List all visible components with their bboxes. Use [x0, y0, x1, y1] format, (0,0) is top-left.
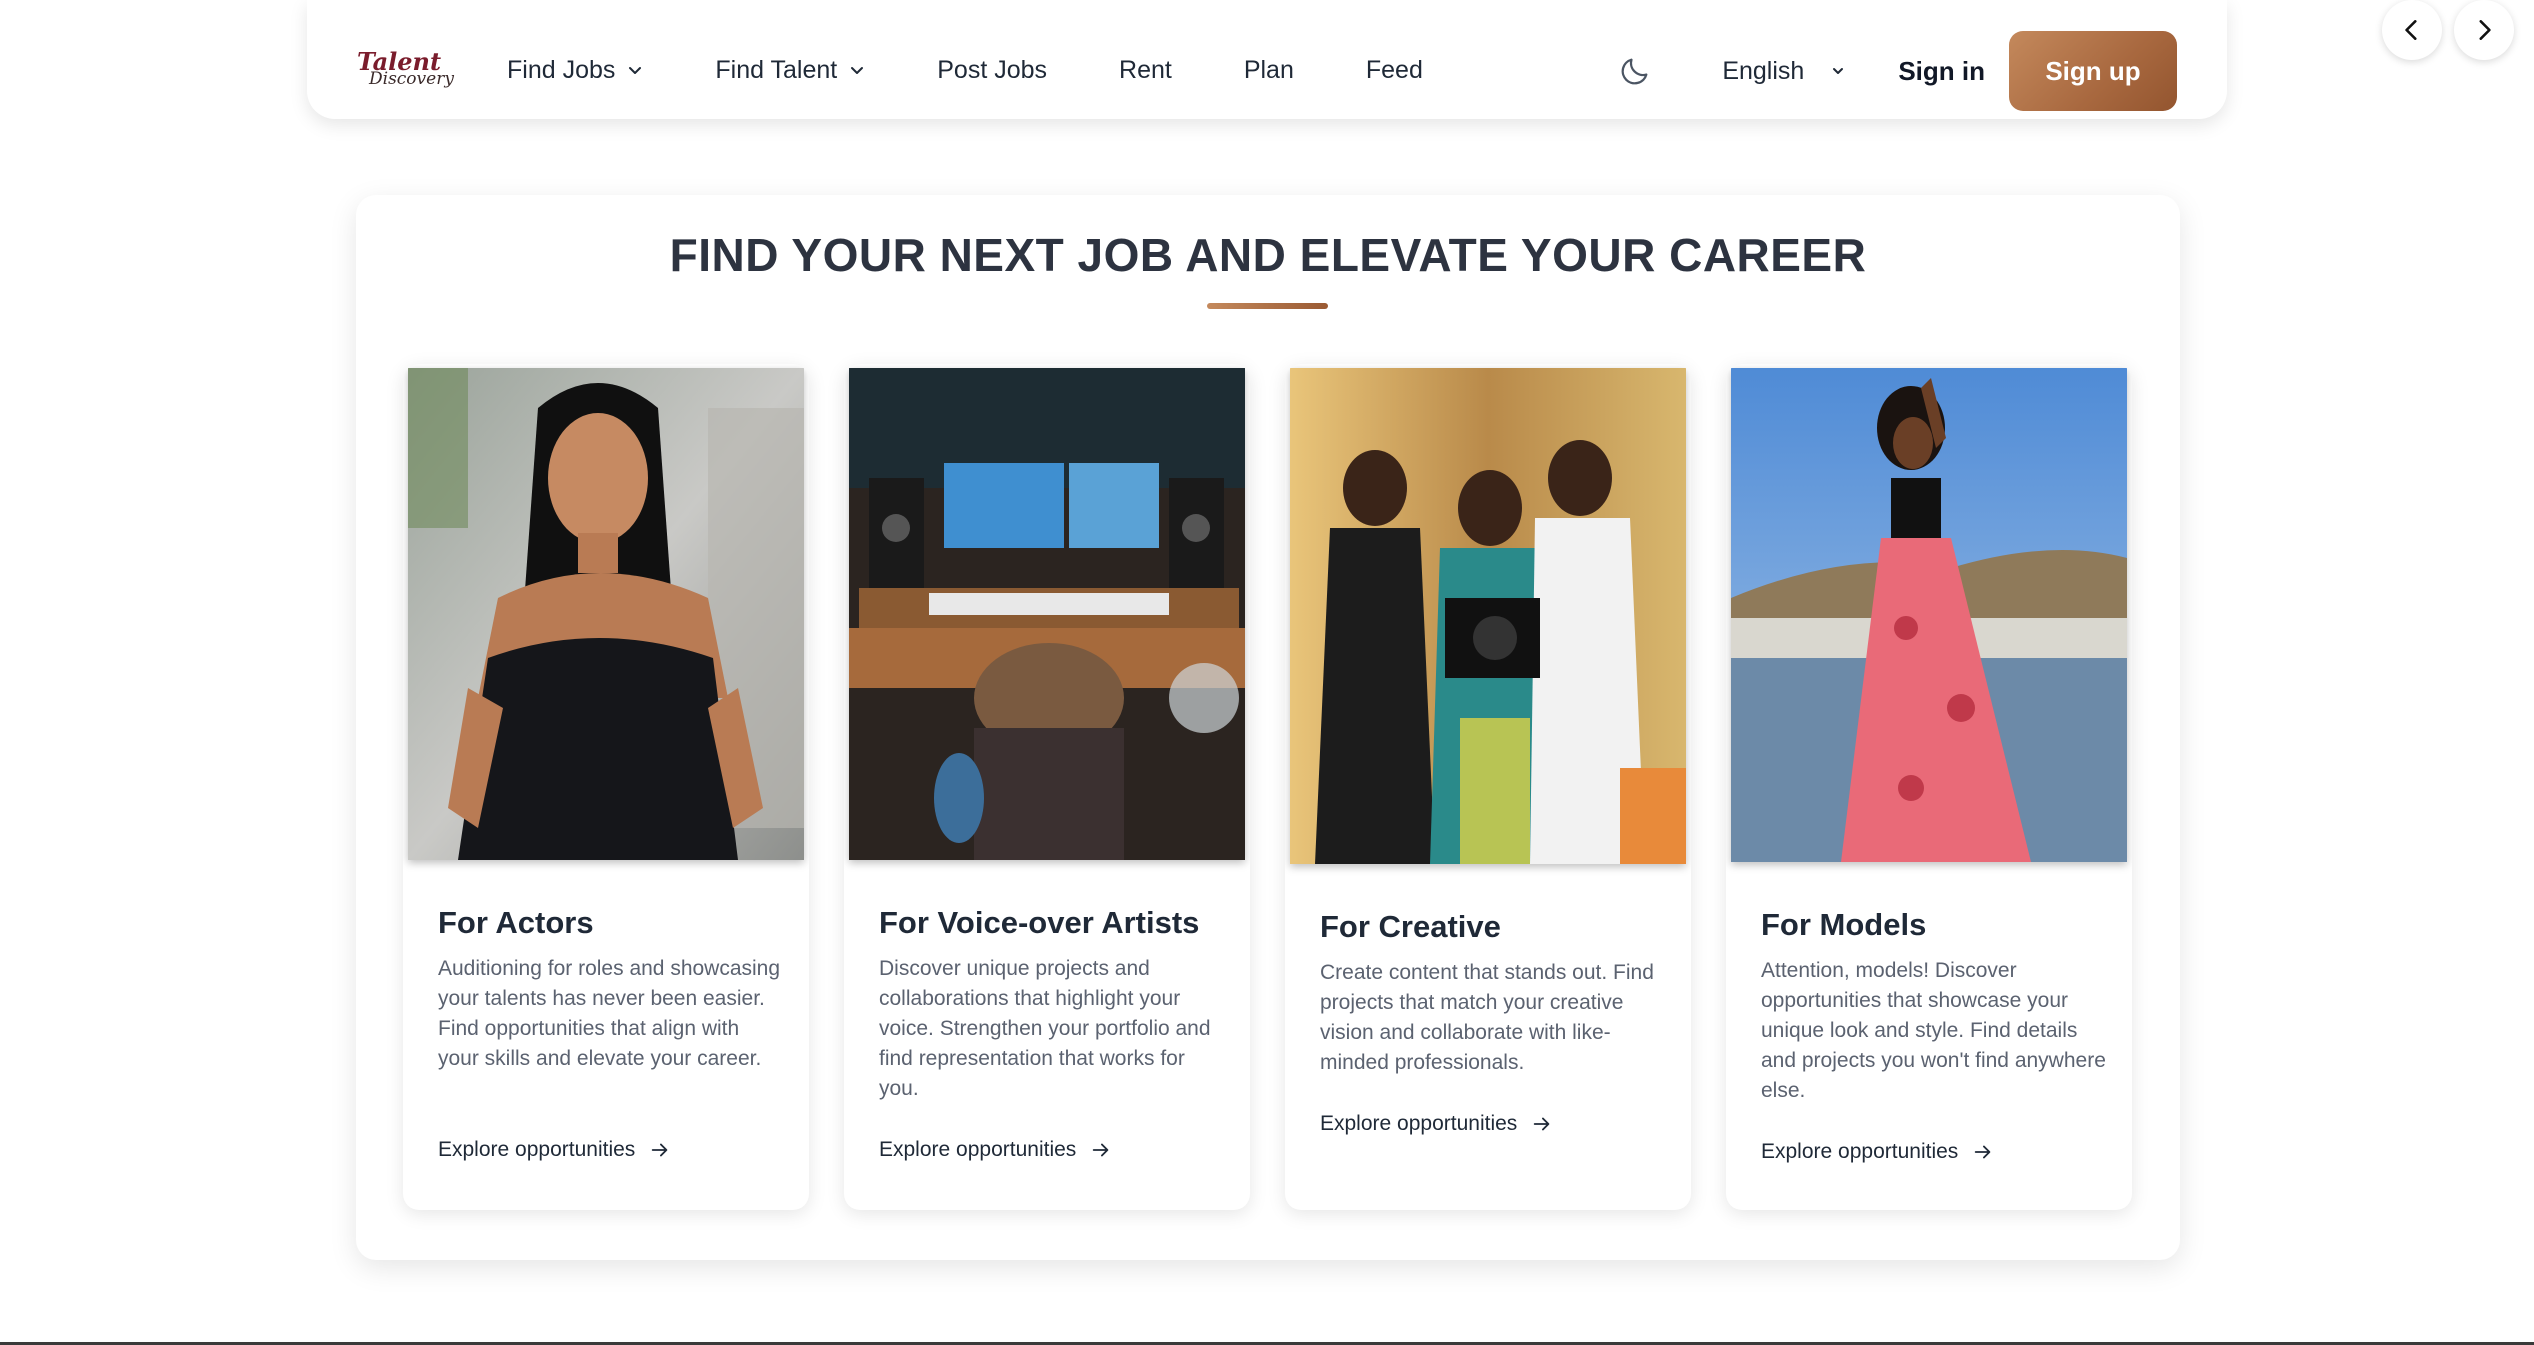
card-description: Create content that stands out. Find pro…: [1320, 961, 1654, 1074]
card-title: For Models: [1761, 907, 1927, 942]
chevron-right-icon: [2479, 20, 2491, 40]
explore-opportunities-link[interactable]: Explore opportunities: [1320, 1112, 1553, 1136]
chevron-down-icon: [851, 67, 864, 74]
card-creative: For Creative Create content that stands …: [1285, 364, 1691, 1210]
arrow-right-icon: [1534, 1117, 1550, 1131]
title-underline: [1207, 303, 1328, 309]
brand-logo[interactable]: Talent Discovery: [357, 45, 454, 93]
explore-opportunities-link[interactable]: Explore opportunities: [1761, 1140, 1994, 1164]
chevron-down-icon: [1833, 68, 1844, 74]
arrow-right-icon: [1093, 1143, 1109, 1157]
nav-plan[interactable]: Plan: [1244, 56, 1294, 85]
logo-line-2: Discovery: [369, 68, 454, 89]
sign-up-button[interactable]: Sign up: [2009, 31, 2177, 111]
studio-photo: [849, 368, 1245, 860]
nav-find-talent-label: Find Talent: [715, 55, 838, 84]
section-title: FIND YOUR NEXT JOB AND ELEVATE YOUR CARE…: [669, 229, 1867, 281]
language-selector[interactable]: English: [1722, 57, 1846, 86]
card-models: For Models Attention, models! Discover o…: [1726, 364, 2132, 1210]
card-image-creative: [1290, 368, 1686, 864]
card-title: For Voice-over Artists: [879, 905, 1200, 940]
explore-link-label: Explore opportunities: [438, 1138, 636, 1161]
top-navbar: Talent Discovery Find Jobs Find Talent P…: [307, 0, 2227, 119]
card-title: For Actors: [438, 905, 594, 940]
model-photo: [1731, 368, 2127, 862]
card-title: For Creative: [1320, 909, 1501, 944]
slider-prev-button[interactable]: [2382, 0, 2442, 60]
explore-opportunities-link[interactable]: Explore opportunities: [438, 1138, 671, 1162]
arrow-right-icon: [1975, 1145, 1991, 1159]
nav-feed[interactable]: Feed: [1366, 56, 1423, 85]
nav-rent[interactable]: Rent: [1119, 56, 1172, 85]
arrow-right-icon: [652, 1143, 668, 1157]
chevron-down-icon: [629, 67, 642, 74]
card-description: Auditioning for roles and showcasing you…: [438, 957, 781, 1070]
moon-icon[interactable]: [1618, 54, 1652, 88]
explore-link-label: Explore opportunities: [1320, 1112, 1518, 1135]
card-image-voice-over: [849, 368, 1245, 860]
card-description: Discover unique projects and collaborati…: [879, 957, 1211, 1100]
card-voice-over: For Voice-over Artists Discover unique p…: [844, 364, 1250, 1210]
nav-post-jobs[interactable]: Post Jobs: [937, 56, 1047, 85]
nav-find-jobs[interactable]: Find Jobs: [507, 56, 643, 85]
card-actors: For Actors Auditioning for roles and sho…: [403, 364, 809, 1210]
card-description: Attention, models! Discover opportunitie…: [1761, 959, 2106, 1102]
nav-find-jobs-label: Find Jobs: [507, 55, 616, 84]
careers-section: FIND YOUR NEXT JOB AND ELEVATE YOUR CARE…: [356, 195, 2180, 1260]
main-nav: Find Jobs Find Talent Post Jobs Rent Pla…: [507, 0, 1495, 140]
explore-link-label: Explore opportunities: [879, 1138, 1077, 1161]
language-label: English: [1722, 56, 1805, 85]
nav-find-talent[interactable]: Find Talent: [715, 56, 865, 85]
card-image-models: [1731, 368, 2127, 862]
actress-photo: [408, 368, 804, 860]
sign-in-link[interactable]: Sign in: [1898, 56, 1985, 87]
card-image-actors: [408, 368, 804, 860]
slider-next-button[interactable]: [2454, 0, 2514, 60]
explore-opportunities-link[interactable]: Explore opportunities: [879, 1138, 1112, 1162]
nav-actions: English Sign in Sign up: [1618, 31, 2177, 111]
explore-link-label: Explore opportunities: [1761, 1140, 1959, 1163]
film-crew-photo: [1290, 368, 1686, 864]
chevron-left-icon: [2405, 20, 2417, 40]
